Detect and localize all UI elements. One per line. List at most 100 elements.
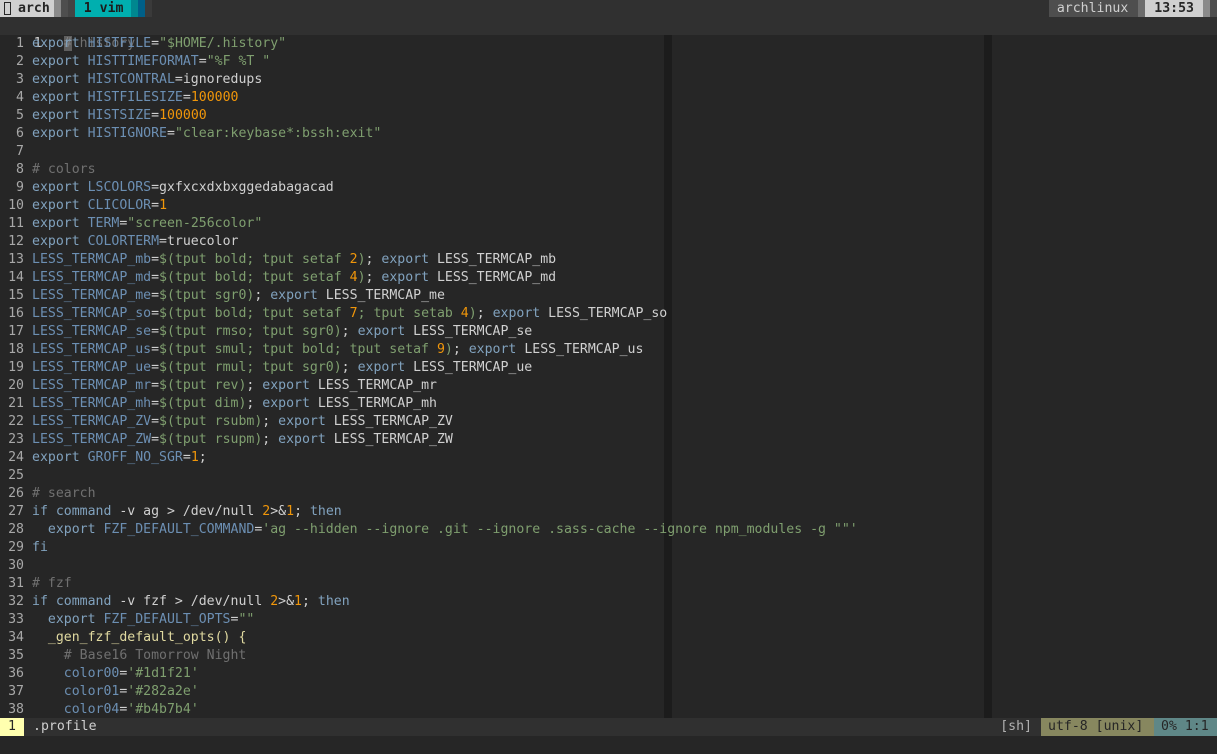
code-line[interactable]: 15 LESS_TERMCAP_me=$(tput sgr0); export L… xyxy=(0,287,1217,305)
code-token: LESS_TERMCAP_ZV xyxy=(333,414,453,429)
code-line[interactable]: 35 # Base16 Tomorrow Night xyxy=(0,647,1217,665)
line-number: 15 xyxy=(8,288,24,303)
code-line[interactable]: 2 export HISTTIMEFORMAT="%F %T " xyxy=(0,53,1217,71)
code-line[interactable]: 22 LESS_TERMCAP_ZV=$(tput rsubm); export … xyxy=(0,413,1217,431)
code-line[interactable]: 23 LESS_TERMCAP_ZW=$(tput rsupm); export … xyxy=(0,431,1217,449)
code-token: export xyxy=(32,126,88,141)
code-token: LESS_TERMCAP_se xyxy=(32,324,152,339)
buffer-number: 1 xyxy=(0,718,24,736)
code-line[interactable]: 1 export HISTFILE="$HOME/.history" xyxy=(0,35,1217,53)
tmux-session[interactable]: arch xyxy=(0,0,54,17)
line-number: 20 xyxy=(8,378,24,393)
code-line[interactable]: 7 xyxy=(0,143,1217,161)
vim-statusline: 1 .profile [sh] utf-8 [unix] 0% 1:1 xyxy=(0,718,1217,736)
code-line[interactable]: 5 export HISTSIZE=100000 xyxy=(0,107,1217,125)
line-number: 11 xyxy=(8,216,24,231)
vim-editor[interactable]: 1 # history 1 export HISTFILE="$HOME/.hist… xyxy=(0,17,1217,719)
code-token: LESS_TERMCAP_ZV xyxy=(32,414,152,429)
code-line[interactable]: 4 export HISTFILESIZE=100000 xyxy=(0,89,1217,107)
code-line[interactable]: 6 export HISTIGNORE="clear:keybase*:bssh:… xyxy=(0,125,1217,143)
tmux-window-tab[interactable]: 1 vim xyxy=(74,0,132,17)
code-token: 4 xyxy=(460,306,469,321)
code-line[interactable]: 36 color00='#1d1f21' xyxy=(0,665,1217,683)
code-token: = xyxy=(151,288,160,303)
powerline-separator xyxy=(138,0,146,17)
code-line[interactable]: 11 export TERM="screen-256color" xyxy=(0,215,1217,233)
code-token: 2 xyxy=(349,252,358,267)
line-number: 36 xyxy=(8,666,24,681)
code-line[interactable]: 19 LESS_TERMCAP_ue=$(tput rmul; tput sgr0… xyxy=(0,359,1217,377)
code-token: = xyxy=(182,90,191,105)
code-line[interactable]: 30 xyxy=(0,557,1217,575)
line-number: 35 xyxy=(8,648,24,663)
code-line[interactable]: 24 export GROFF_NO_SGR=1; xyxy=(0,449,1217,467)
code-line[interactable]: 28 export FZF_DEFAULT_COMMAND='ag --hidd… xyxy=(0,521,1217,539)
current-line[interactable]: 1 # history xyxy=(0,17,1217,51)
code-token: "" xyxy=(238,612,255,627)
code-token: LESS_TERMCAP_md xyxy=(32,270,152,285)
code-line[interactable]: 13 LESS_TERMCAP_mb=$(tput bold; tput seta… xyxy=(0,251,1217,269)
code-token: export xyxy=(262,396,318,411)
code-token: = xyxy=(151,270,160,285)
code-token: ; tput setab xyxy=(357,306,461,321)
code-token: LESS_TERMCAP_mr xyxy=(317,378,437,393)
code-line[interactable]: 25 xyxy=(0,467,1217,485)
code-token: $(tput rsupm) xyxy=(159,432,263,447)
code-line[interactable]: 8 # colors xyxy=(0,161,1217,179)
vim-command-line[interactable] xyxy=(0,736,1217,754)
code-line[interactable]: 33 export FZF_DEFAULT_OPTS="" xyxy=(0,611,1217,629)
code-token: LESS_TERMCAP_se xyxy=(413,324,533,339)
code-line[interactable]: 3 export HISTCONTRAL=ignoredups xyxy=(0,71,1217,89)
code-line[interactable]: 14 LESS_TERMCAP_md=$(tput bold; tput seta… xyxy=(0,269,1217,287)
code-token: 100000 xyxy=(159,108,207,123)
code-token: export xyxy=(32,234,88,249)
line-number: 28 xyxy=(8,522,24,537)
code-token: export xyxy=(32,216,88,231)
code-token: export xyxy=(278,414,334,429)
code-line[interactable]: 12 export COLORTERM=truecolor xyxy=(0,233,1217,251)
code-line[interactable]: 9 export LSCOLORS=gxfxcxdxbxggedabagacad xyxy=(0,179,1217,197)
code-token: # search xyxy=(32,486,96,501)
code-token: = xyxy=(151,432,160,447)
line-number: 16 xyxy=(8,306,24,321)
code-line[interactable]: 38 color04='#b4b7b4' xyxy=(0,701,1217,719)
line-number: 9 xyxy=(16,180,24,195)
code-token: = xyxy=(151,342,160,357)
tmux-status-bar: arch 1 vim archlinux 13:53 xyxy=(0,0,1217,17)
code-token: ; xyxy=(254,288,271,303)
line-number: 31 xyxy=(8,576,24,591)
code-token: '#282a2e' xyxy=(127,684,199,699)
code-token: 1 xyxy=(286,504,295,519)
code-line[interactable]: 21 LESS_TERMCAP_mh=$(tput dim); export LE… xyxy=(0,395,1217,413)
code-token: LESS_TERMCAP_mb xyxy=(32,252,152,267)
code-line[interactable]: 20 LESS_TERMCAP_mr=$(tput rev); export LE… xyxy=(0,377,1217,395)
line-number: 3 xyxy=(16,72,24,87)
code-line[interactable]: 31 # fzf xyxy=(0,575,1217,593)
code-line[interactable]: 32 if command -v fzf > /dev/null 2>&1; th… xyxy=(0,593,1217,611)
powerline-separator xyxy=(131,0,139,17)
code-token: LESS_TERMCAP_mr xyxy=(32,378,152,393)
code-token: 4 xyxy=(349,270,358,285)
code-line[interactable]: 16 LESS_TERMCAP_so=$(tput bold; tput seta… xyxy=(0,305,1217,323)
code-line[interactable]: 37 color01='#282a2e' xyxy=(0,683,1217,701)
code-token: if xyxy=(32,504,56,519)
powerline-separator xyxy=(60,0,68,17)
line-number: 22 xyxy=(8,414,24,429)
code-token: export xyxy=(32,36,88,51)
code-line[interactable]: 10 export CLICOLOR=1 xyxy=(0,197,1217,215)
code-line[interactable]: 18 LESS_TERMCAP_us=$(tput smul; tput bold… xyxy=(0,341,1217,359)
code-line[interactable]: 26 # search xyxy=(0,485,1217,503)
code-token: "$HOME/.history" xyxy=(159,36,287,51)
line-number: 14 xyxy=(8,270,24,285)
filename: .profile xyxy=(33,719,97,734)
powerline-separator xyxy=(1203,0,1210,17)
code-line[interactable]: 27 if command -v ag > /dev/null 2>&1; the… xyxy=(0,503,1217,521)
code-token: $(tput rmso; tput sgr0) xyxy=(159,324,342,339)
code-token: FZF_DEFAULT_COMMAND xyxy=(103,522,255,537)
code-line[interactable]: 17 LESS_TERMCAP_se=$(tput rmso; tput sgr0… xyxy=(0,323,1217,341)
code-line[interactable]: 34 _gen_fzf_default_opts() { xyxy=(0,629,1217,647)
code-line[interactable]: 29 fi xyxy=(0,539,1217,557)
